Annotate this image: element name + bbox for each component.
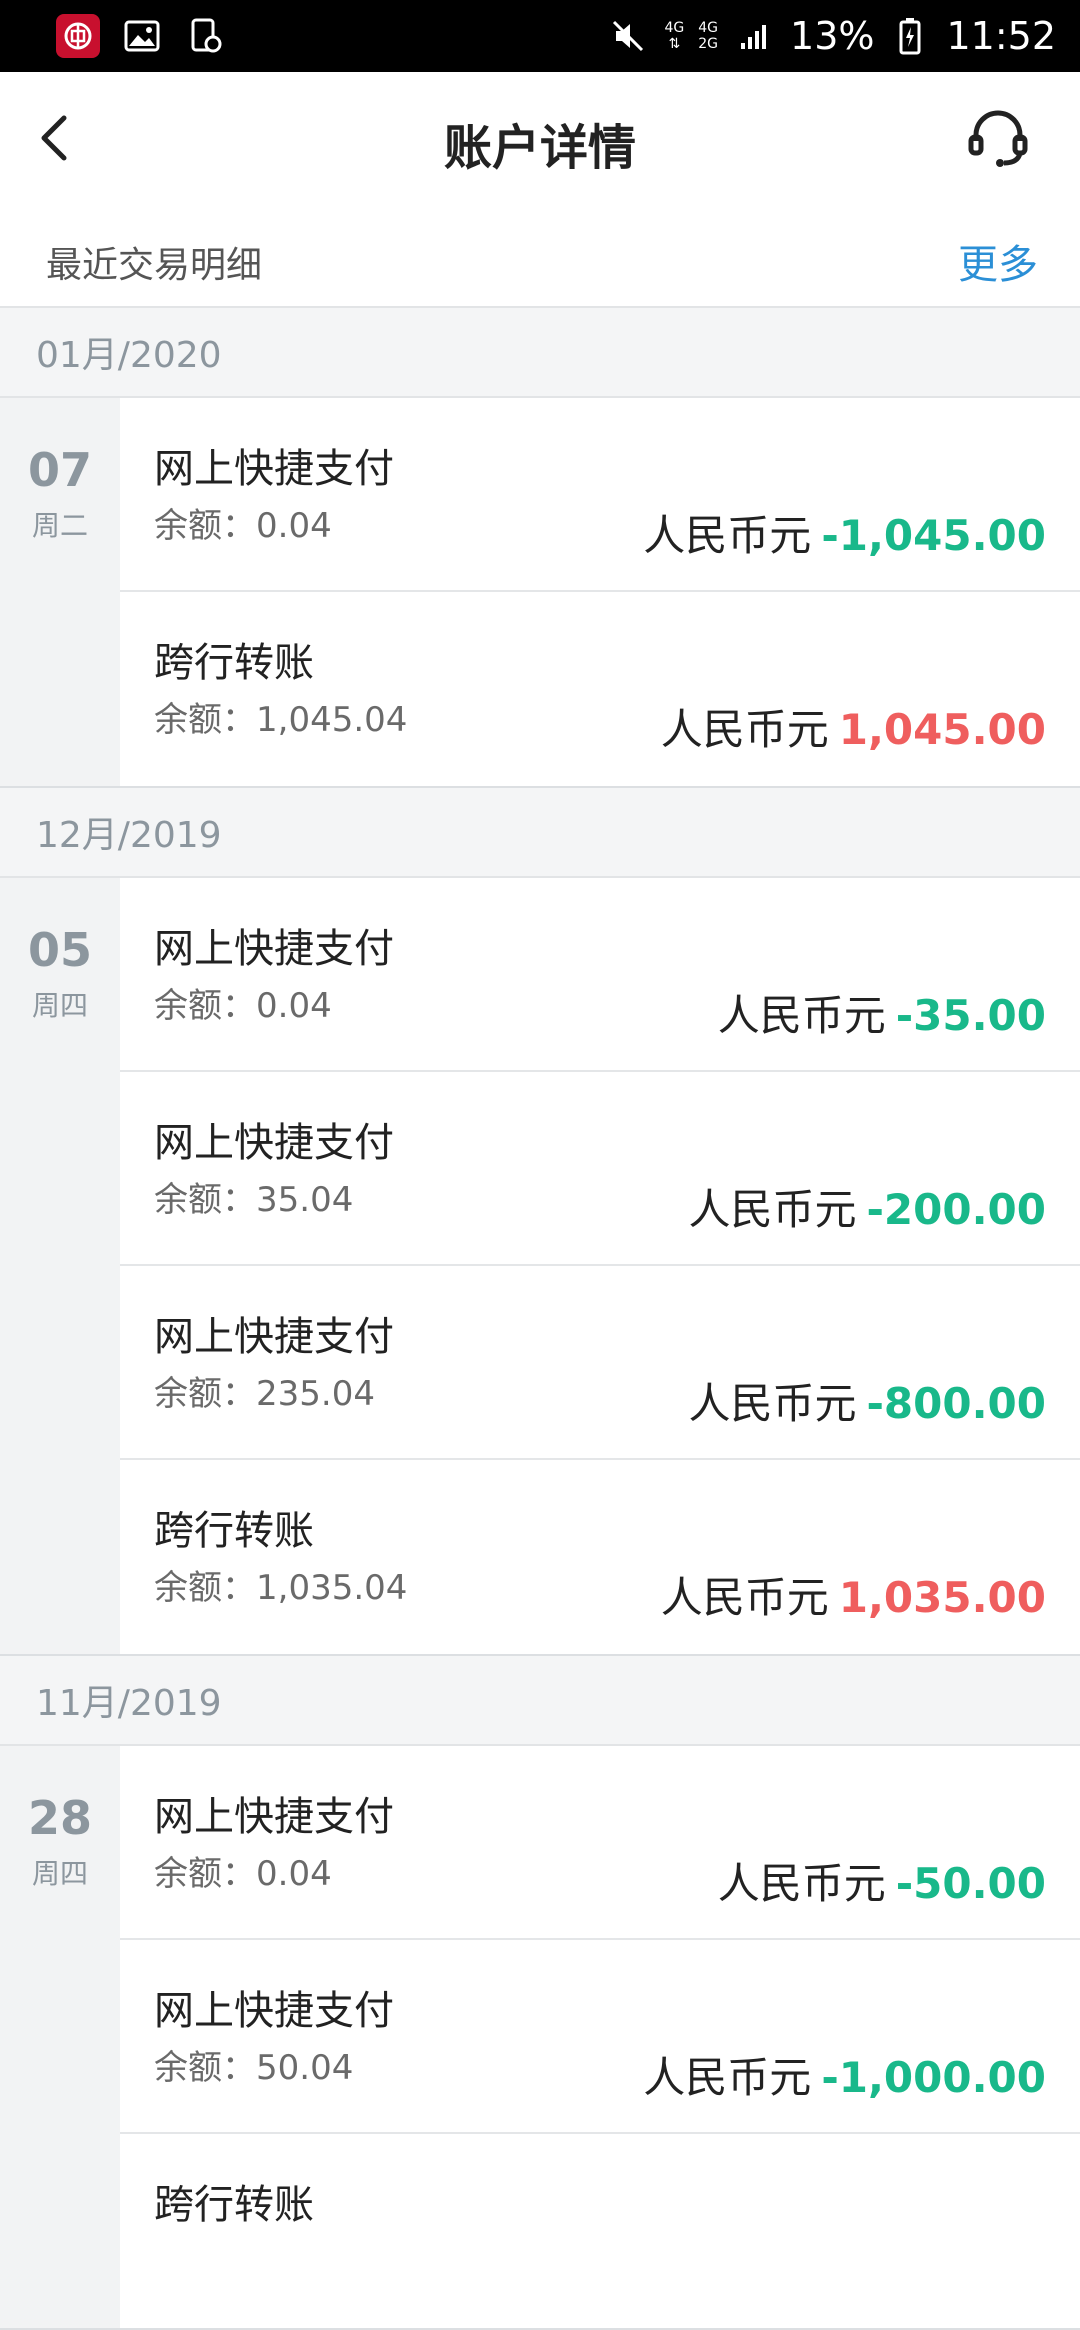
page-title: 账户详情: [443, 120, 636, 176]
transaction-list: 01月/2020 07 周二 网上快捷支付 余额：0.04 人民币元 -1,045.00 跨行…: [0, 308, 1080, 2330]
transaction-amount: -1,000.00: [821, 2053, 1046, 2102]
customer-service-button[interactable]: [964, 106, 1032, 170]
transaction-balance: 余额：0.04: [154, 506, 332, 546]
transaction-amount: -1,045.00: [821, 511, 1046, 560]
month-header: 12月/2019: [0, 788, 1080, 878]
currency-label: 人民币元: [643, 511, 812, 560]
transaction-amount: -800.00: [866, 1379, 1046, 1428]
day-group: 07 周二 网上快捷支付 余额：0.04 人民币元 -1,045.00 跨行转账 余额：1,0…: [0, 398, 1080, 788]
gallery-icon: [120, 14, 164, 58]
transaction-title: 网上快捷支付: [154, 446, 394, 492]
month-header: 11月/2019: [0, 1656, 1080, 1746]
currency-label: 人民币元: [688, 1185, 857, 1234]
transaction-amount-group: 人民币元 1,035.00: [661, 1564, 1046, 1625]
mute-icon: [606, 14, 650, 58]
transactions-column: 网上快捷支付 余额：0.04 人民币元 -35.00 网上快捷支付 余额：35.04 人民币…: [120, 878, 1080, 1654]
transaction-balance: 余额：50.04: [154, 2048, 354, 2088]
transaction-balance: 余额：1,045.04: [154, 700, 408, 740]
transaction-row[interactable]: 网上快捷支付余额：0.04 人民币元 -1,045.00: [120, 398, 1080, 592]
status-bar: 4G ⇅ 4G 2G 13% 11:52: [0, 0, 1080, 72]
net-top-text: 4G: [664, 20, 685, 36]
transaction-balance: 余额：0.04: [154, 1854, 332, 1894]
net-mid-text: 4G: [698, 20, 719, 36]
transactions-column: 网上快捷支付 余额：0.04 人民币元 -50.00 网上快捷支付 余额：50.04 人民币…: [120, 1746, 1080, 2328]
currency-label: 人民币元: [688, 1379, 857, 1428]
currency-label: 人民币元: [717, 1859, 886, 1908]
transaction-title: 网上快捷支付: [154, 1794, 394, 1840]
transaction-title: 网上快捷支付: [154, 1314, 394, 1360]
transaction-title: 跨行转账: [154, 2182, 314, 2228]
day-number: 05: [27, 923, 92, 977]
weekday-label: 周二: [31, 509, 88, 542]
app-header: 账户详情: [0, 72, 1080, 208]
transaction-row[interactable]: 网上快捷支付余额：0.04 人民币元 -35.00: [120, 878, 1080, 1072]
transaction-amount: -35.00: [895, 991, 1046, 1040]
weekday-label: 周四: [31, 989, 88, 1022]
transaction-balance: 余额：35.04: [154, 1180, 354, 1220]
transaction-amount: -200.00: [866, 1185, 1046, 1234]
transaction-title: 跨行转账: [154, 1508, 314, 1554]
status-bar-left: [56, 14, 228, 58]
transaction-amount-group: 人民币元 -800.00: [688, 1370, 1046, 1431]
month-header: 01月/2020: [0, 308, 1080, 398]
day-number: 28: [27, 1791, 92, 1845]
transaction-amount: -50.00: [895, 1859, 1046, 1908]
transaction-row[interactable]: 网上快捷支付余额：50.04 人民币元 -1,000.00: [120, 1940, 1080, 2134]
currency-label: 人民币元: [660, 1573, 829, 1622]
date-column: 07 周二: [0, 398, 120, 786]
transaction-balance: 余额：235.04: [154, 1374, 375, 1414]
date-column: 05 周四: [0, 878, 120, 1654]
net-bottom-text: 2G: [698, 36, 719, 52]
battery-icon: [888, 14, 932, 58]
signal-icon: [732, 14, 776, 58]
screenshot-icon: [184, 14, 228, 58]
transaction-amount: 1,045.00: [838, 705, 1046, 754]
transactions-column: 网上快捷支付 余额：0.04 人民币元 -1,045.00 跨行转账 余额：1,045.0…: [120, 398, 1080, 786]
transaction-amount-group: 人民币元 -1,045.00: [643, 502, 1046, 563]
headset-icon: [968, 110, 1028, 167]
transaction-balance: 余额：0.04: [154, 986, 332, 1026]
transaction-row[interactable]: 网上快捷支付余额：35.04 人民币元 -200.00: [120, 1072, 1080, 1266]
day-group: 05 周四 网上快捷支付 余额：0.04 人民币元 -35.00 网上快捷支付 余额：35.0…: [0, 878, 1080, 1656]
network-4g-2g-label: 4G 2G: [698, 20, 718, 52]
transaction-row[interactable]: 跨行转账余额：1,045.04 人民币元 1,045.00: [120, 592, 1080, 786]
currency-label: 人民币元: [660, 705, 829, 754]
recent-transactions-title: 最近交易明细: [46, 245, 263, 286]
bank-app-icon: [56, 14, 100, 58]
clock-time: 11:52: [946, 14, 1056, 58]
transaction-title: 网上快捷支付: [154, 1988, 394, 2034]
battery-percent: 13%: [790, 14, 875, 58]
transaction-amount-group: 人民币元 -50.00: [718, 1850, 1046, 1911]
day-group: 28 周四 网上快捷支付 余额：0.04 人民币元 -50.00 网上快捷支付 余额：50.0…: [0, 1746, 1080, 2330]
more-link[interactable]: 更多: [958, 232, 1038, 290]
transaction-title: 网上快捷支付: [154, 1120, 394, 1166]
transaction-amount-group: 人民币元 -1,000.00: [643, 2044, 1046, 2105]
transaction-row[interactable]: 跨行转账: [120, 2134, 1080, 2328]
transaction-amount-group: 人民币元 -35.00: [718, 982, 1046, 1043]
transaction-amount: 1,035.00: [838, 1573, 1046, 1622]
transaction-title: 网上快捷支付: [154, 926, 394, 972]
date-column: 28 周四: [0, 1746, 120, 2328]
transaction-amount-group: 人民币元 -200.00: [688, 1176, 1046, 1237]
network-4g-label: 4G ⇅: [664, 20, 684, 52]
transaction-amount-group: 人民币元 1,045.00: [661, 696, 1046, 757]
transaction-balance: 余额：1,035.04: [154, 1568, 408, 1608]
weekday-label: 周四: [31, 1857, 88, 1890]
transaction-row[interactable]: 跨行转账余额：1,035.04 人民币元 1,035.00: [120, 1460, 1080, 1654]
transaction-row[interactable]: 网上快捷支付余额：0.04 人民币元 -50.00: [120, 1746, 1080, 1940]
net-arrows: ⇅: [668, 36, 681, 52]
transaction-row[interactable]: 网上快捷支付余额：235.04 人民币元 -800.00: [120, 1266, 1080, 1460]
day-number: 07: [27, 443, 92, 497]
currency-label: 人民币元: [643, 2053, 812, 2102]
transaction-title: 跨行转账: [154, 640, 314, 686]
recent-transactions-header: 最近交易明细 更多: [0, 208, 1080, 308]
currency-label: 人民币元: [717, 991, 886, 1040]
status-bar-right: 4G ⇅ 4G 2G 13% 11:52: [606, 14, 1056, 58]
